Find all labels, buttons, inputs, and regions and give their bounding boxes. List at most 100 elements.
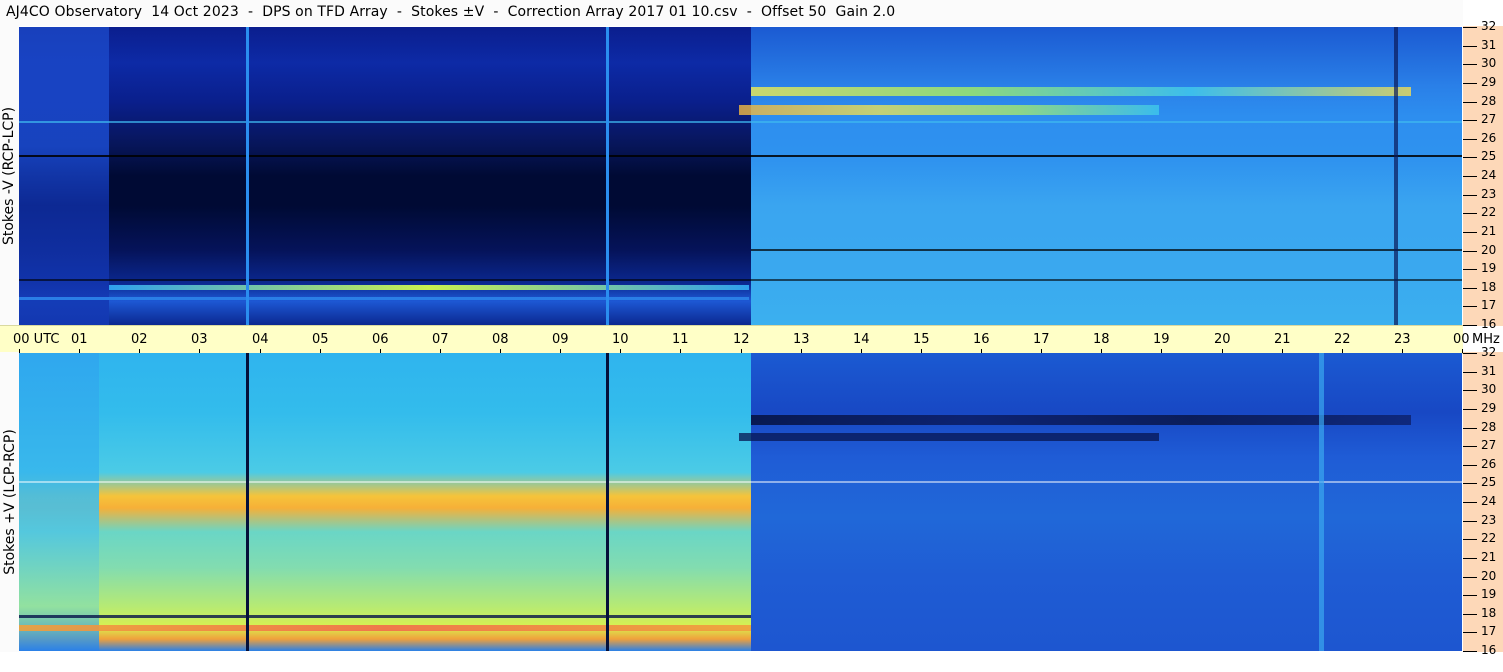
frequency-tick (1463, 409, 1477, 410)
time-label: 01 (71, 332, 88, 347)
frequency-label: 21 (1481, 550, 1497, 564)
bottom-rfi-line-18 (19, 615, 751, 618)
frequency-tick (1463, 27, 1477, 28)
frequency-tick (1463, 64, 1477, 65)
frequency-tick (1463, 483, 1477, 484)
frequency-label: 19 (1481, 261, 1497, 275)
bottom-day-absorption-28mhz (751, 415, 1411, 425)
top-day-emission-27mhz (739, 105, 1159, 115)
time-label: 05 (312, 332, 329, 347)
top-panel-ylabel: Stokes -V (RCP-LCP) (1, 106, 18, 245)
frequency-tick (1463, 390, 1477, 391)
top-vertical-line-2 (606, 27, 609, 325)
frequency-tick (1463, 577, 1477, 578)
frequency-label: 16 (1481, 317, 1497, 331)
frequency-tick (1463, 502, 1477, 503)
frequency-label: 18 (1481, 606, 1497, 620)
frequency-tick (1463, 213, 1477, 214)
time-label: 10 (612, 332, 629, 347)
time-label: 09 (552, 332, 569, 347)
bottom-emission-band (19, 625, 751, 631)
frequency-label: 27 (1481, 112, 1497, 126)
frequency-tick (1463, 120, 1477, 121)
frequency-tick (1463, 195, 1477, 196)
frequency-label: 21 (1481, 224, 1497, 238)
top-vertical-line-1 (246, 27, 249, 325)
frequency-tick (1463, 353, 1477, 354)
bottom-vertical-line-1 (246, 353, 249, 651)
top-panel-ylabel-strip: Stokes -V (RCP-LCP) (0, 26, 19, 325)
time-label: 12 (733, 332, 750, 347)
frequency-tick (1463, 288, 1477, 289)
frequency-label: 24 (1481, 168, 1497, 182)
top-band-line (19, 297, 749, 300)
frequency-tick (1463, 558, 1477, 559)
bottom-vertical-line-2 (606, 353, 609, 651)
frequency-tick (1463, 325, 1477, 326)
frequency-tick (1463, 232, 1477, 233)
frequency-tick (1463, 139, 1477, 140)
frequency-tick (1463, 446, 1477, 447)
top-vertical-line-3 (1394, 27, 1398, 325)
frequency-label: 27 (1481, 438, 1497, 452)
frequency-label: 30 (1481, 56, 1497, 70)
time-label: 14 (853, 332, 870, 347)
time-label: 22 (1334, 332, 1351, 347)
time-label: 15 (913, 332, 930, 347)
frequency-label: 31 (1481, 364, 1497, 378)
frequency-label: 20 (1481, 243, 1497, 257)
frequency-label: 28 (1481, 94, 1497, 108)
frequency-label: 23 (1481, 187, 1497, 201)
frequency-tick (1463, 157, 1477, 158)
time-label: 04 (252, 332, 269, 347)
top-day-emission-28mhz (751, 87, 1411, 96)
time-label: 13 (793, 332, 810, 347)
top-rfi-line-18 (19, 279, 1462, 281)
time-label: 03 (191, 332, 208, 347)
time-label: 06 (372, 332, 389, 347)
frequency-tick (1463, 428, 1477, 429)
frequency-label: 32 (1481, 19, 1497, 33)
bottom-frequency-axis: 32 31 30 29 28 27 26 25 24 23 22 21 20 19 18 17 16 (1463, 345, 1503, 657)
frequency-label: 25 (1481, 475, 1497, 489)
bottom-vertical-line-3 (1319, 353, 1324, 651)
bottom-spectrogram[interactable] (19, 353, 1462, 651)
frequency-label: 29 (1481, 75, 1497, 89)
top-rfi-line-25 (19, 155, 1462, 157)
time-label: 02 (131, 332, 148, 347)
time-label: 00 UTC (13, 332, 60, 347)
frequency-label: 31 (1481, 38, 1497, 52)
spectrogram-title: AJ4CO Observatory 14 Oct 2023 - DPS on T… (6, 4, 896, 20)
frequency-label: 23 (1481, 513, 1497, 527)
frequency-tick (1463, 102, 1477, 103)
time-label: 21 (1274, 332, 1291, 347)
frequency-label: 16 (1481, 643, 1497, 657)
frequency-tick (1463, 539, 1477, 540)
frequency-label: 20 (1481, 569, 1497, 583)
bottom-panel-ylabel-strip: Stokes +V (LCP-RCP) (0, 352, 19, 652)
frequency-tick (1463, 465, 1477, 466)
frequency-label: 18 (1481, 280, 1497, 294)
top-spectrogram[interactable] (19, 27, 1462, 325)
top-rfi-line-20 (751, 249, 1462, 251)
frequency-label: 19 (1481, 587, 1497, 601)
frequency-tick (1463, 632, 1477, 633)
frequency-label: 24 (1481, 494, 1497, 508)
frequency-tick (1463, 83, 1477, 84)
time-axis: 00 UTC 01 02 03 04 05 06 07 08 09 10 11 12 13 14 15 16 17… (0, 325, 1500, 354)
frequency-label: 22 (1481, 531, 1497, 545)
frequency-tick (1463, 176, 1477, 177)
top-frequency-axis: 32 31 30 29 28 27 26 25 24 23 22 21 20 19 18 17 16 (1463, 19, 1503, 331)
frequency-tick (1463, 614, 1477, 615)
frequency-tick (1463, 306, 1477, 307)
time-label: 20 (1214, 332, 1231, 347)
time-label: 18 (1093, 332, 1110, 347)
frequency-label: 28 (1481, 420, 1497, 434)
bottom-panel-ylabel: Stokes +V (LCP-RCP) (1, 429, 18, 575)
frequency-label: 25 (1481, 149, 1497, 163)
frequency-label: 26 (1481, 131, 1497, 145)
bottom-panel-night-region (19, 353, 751, 651)
frequency-tick (1463, 46, 1477, 47)
frequency-tick (1463, 269, 1477, 270)
frequency-tick (1463, 372, 1477, 373)
